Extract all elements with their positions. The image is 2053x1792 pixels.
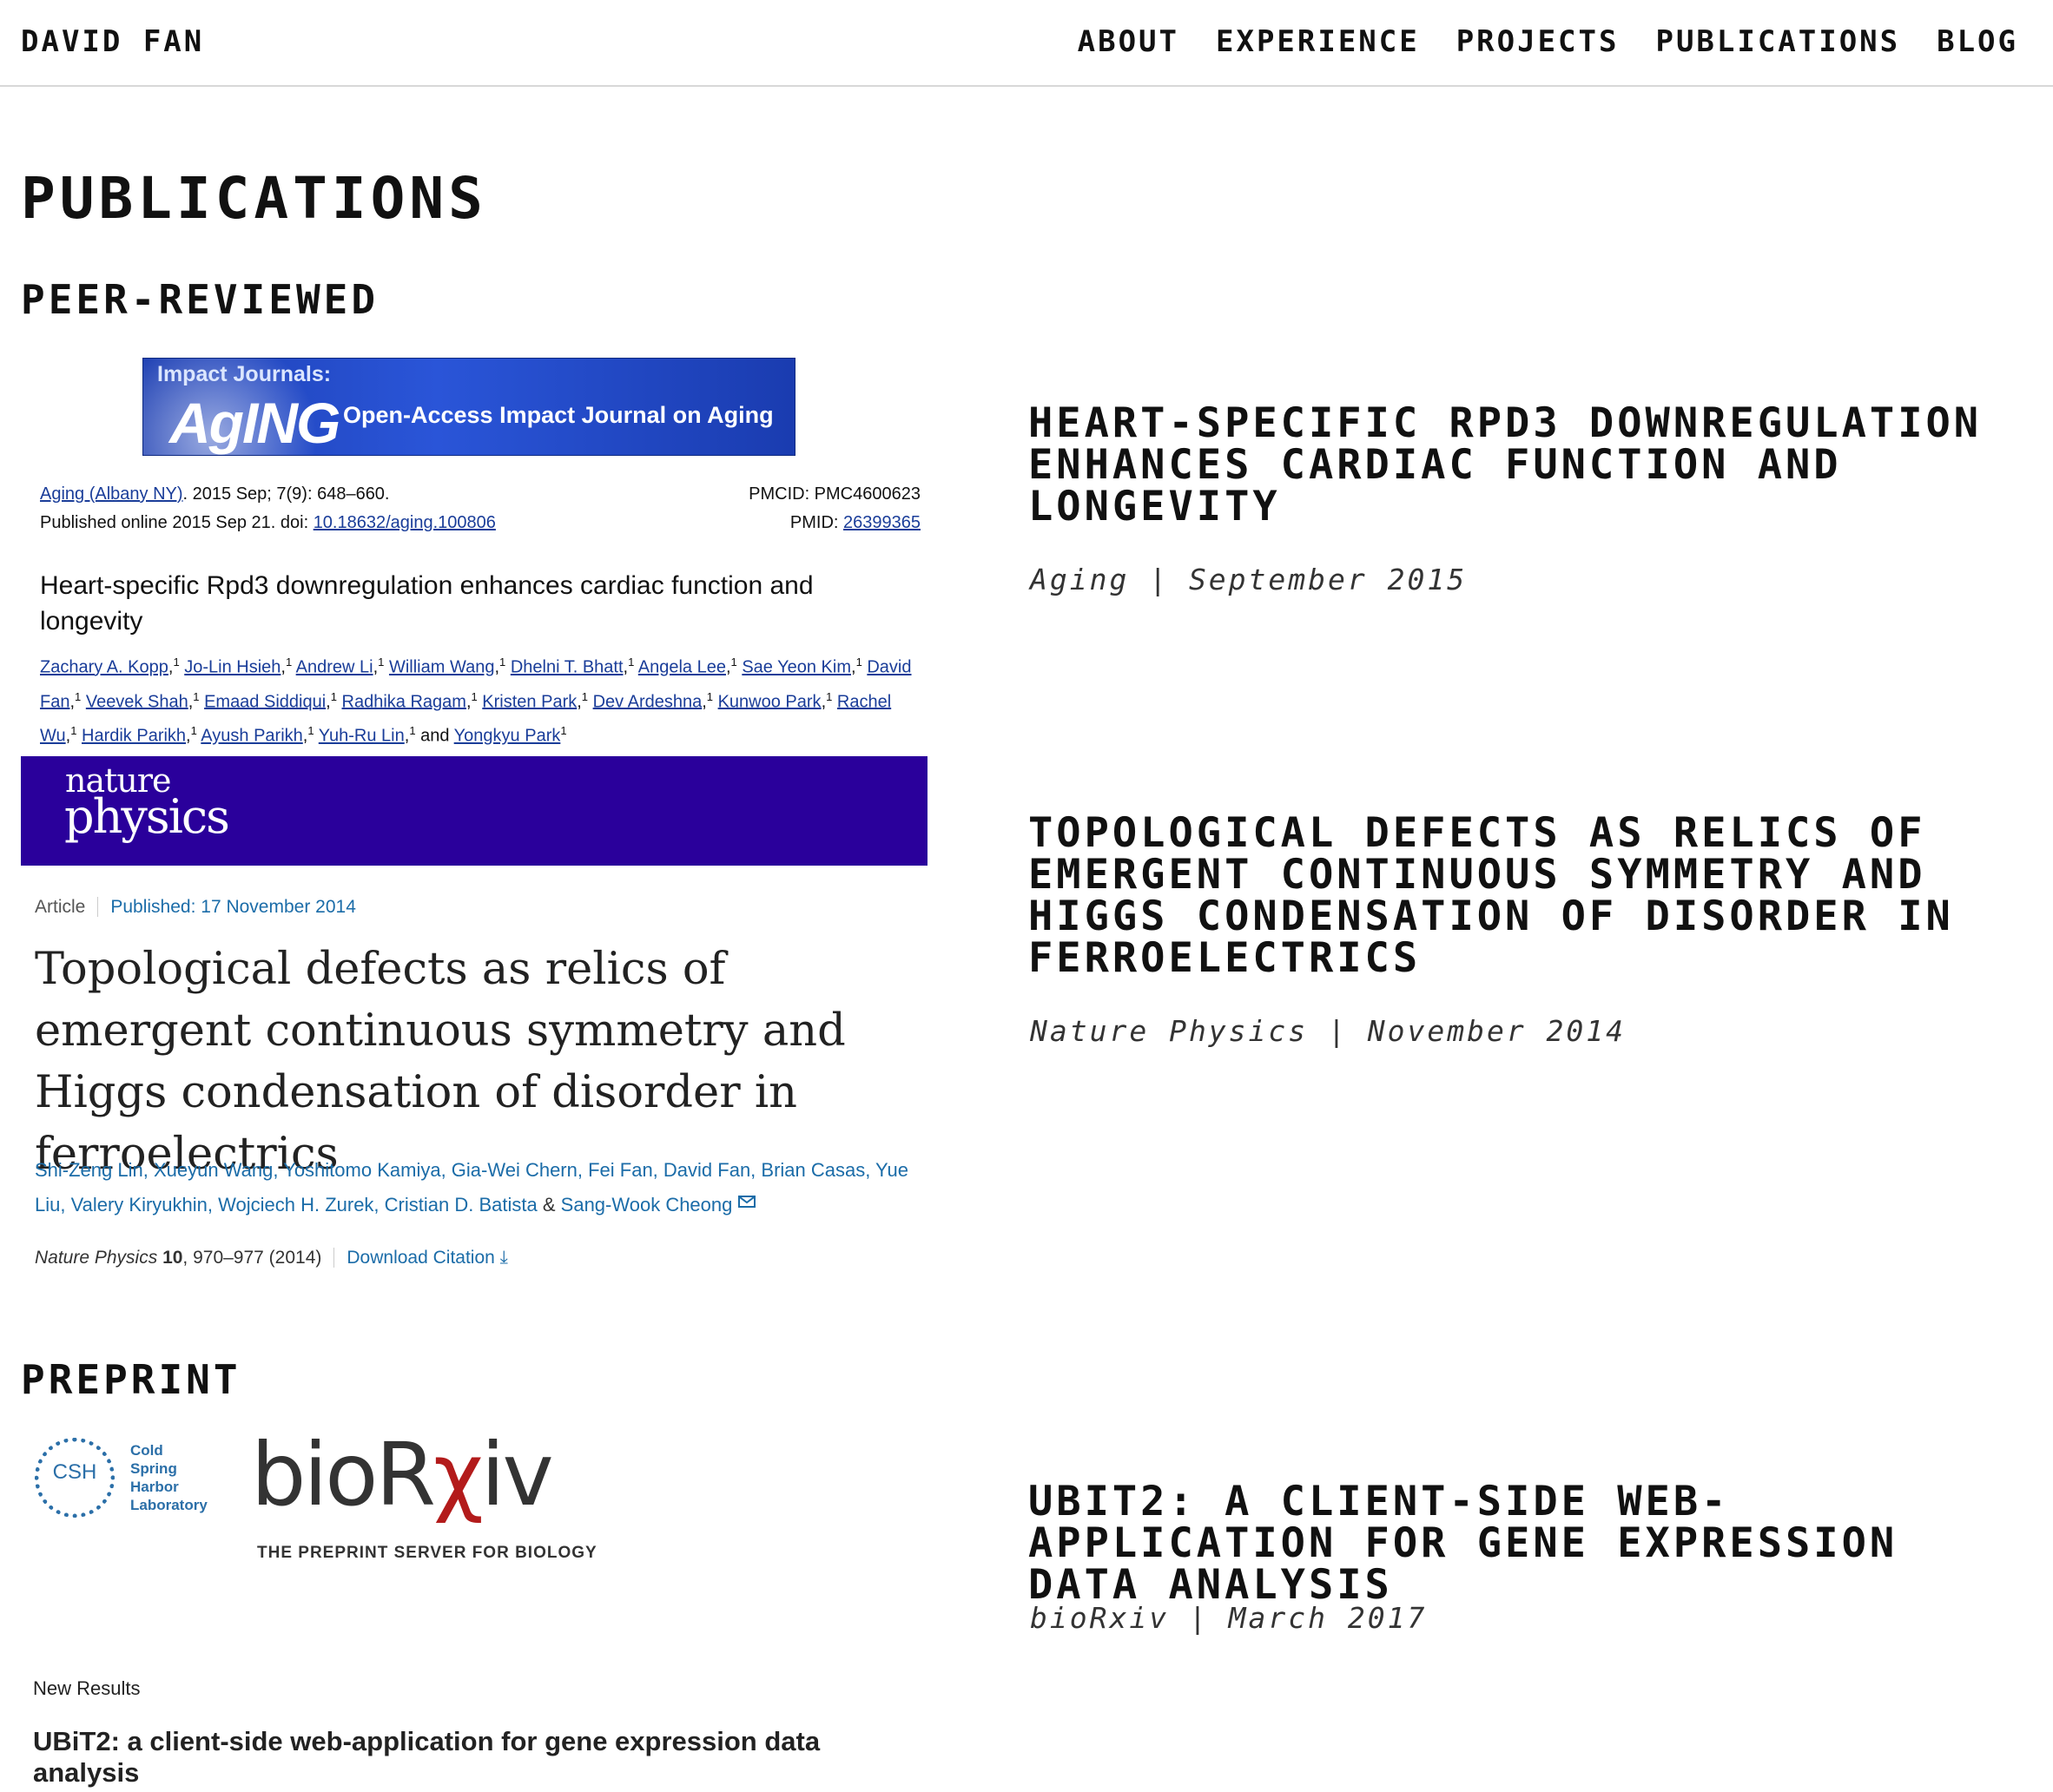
aging-thumbnail[interactable]: Impact Journals: AgING Open-Access Impac… (21, 344, 927, 752)
np-article-meta: Article Published: 17 November 2014 (35, 897, 356, 917)
biorxiv-article-title: UBiT2: a client-side web-application for… (33, 1726, 821, 1788)
csh-lab-name: Cold Spring Harbor Laboratory (130, 1442, 208, 1513)
page-title: PUBLICATIONS (21, 165, 487, 232)
author-affiliation: 1 (378, 656, 385, 669)
biorxiv-logo: bioRχiv (251, 1424, 554, 1525)
author-affiliation: 1 (285, 656, 293, 669)
aging-banner-top: Impact Journals: (157, 362, 332, 386)
csh-logo-text: CSH (52, 1460, 97, 1484)
nav-publications[interactable]: PUBLICATIONS (1655, 24, 1900, 59)
np-author-list: Shi-Zeng Lin, Xueyun Wang, Yoshitomo Kam… (35, 1159, 908, 1216)
biorxiv-thumbnail[interactable]: CSH Cold Spring Harbor Laboratory bioRχi… (21, 1424, 927, 1792)
publication-title[interactable]: UBIT2: A CLIENT-SIDE WEB-APPLICATION FOR… (1028, 1481, 2036, 1606)
publication-title[interactable]: HEART-SPECIFIC RPD3 DOWNREGULATION ENHAN… (1028, 403, 2036, 528)
author-affiliation: 1 (409, 724, 416, 738)
section-peer-reviewed: PEER-REVIEWED (21, 276, 380, 323)
author-affiliation: 1 (855, 656, 862, 669)
site-brand[interactable]: DAVID FAN (21, 24, 204, 59)
author-affiliation: 1 (628, 656, 635, 669)
nav-about[interactable]: ABOUT (1078, 24, 1179, 59)
author-affiliation: 1 (75, 689, 82, 703)
author-link[interactable]: Jo-Lin Hsieh (184, 658, 281, 677)
main-nav: ABOUT EXPERIENCE PROJECTS PUBLICATIONS B… (1078, 24, 2018, 59)
author-affiliation: 1 (330, 689, 337, 703)
author-link[interactable]: William Wang (389, 658, 495, 677)
author-link[interactable]: Sae Yeon Kim (742, 658, 851, 677)
mail-icon[interactable] (737, 1196, 756, 1208)
aging-banner-tagline: Open-Access Impact Journal on Aging (343, 402, 774, 428)
publication-meta: Aging | September 2015 (1030, 563, 1468, 596)
author-link[interactable]: Andrew Li (296, 658, 373, 677)
aging-author-list: Zachary A. Kopp,1 Jo-Lin Hsieh,1 Andrew … (40, 656, 912, 746)
nav-blog[interactable]: BLOG (1937, 24, 2018, 59)
author-affiliation: 1 (499, 656, 506, 669)
author-link[interactable]: Dhelni T. Bhatt (511, 658, 624, 677)
np-article-title: Topological defects as relics of emergen… (35, 944, 846, 1180)
author-link[interactable]: Kristen Park (482, 692, 577, 711)
nature-physics-thumbnail[interactable]: nature physics Article Published: 17 Nove… (21, 756, 927, 1295)
author-link[interactable]: Yongkyu Park (454, 727, 561, 746)
author-link[interactable]: Kunwoo Park (718, 692, 822, 711)
publication-meta: bioRxiv | March 2017 (1030, 1601, 1428, 1635)
author-link[interactable]: Angela Lee (638, 658, 726, 677)
aging-logo: AgING (169, 391, 340, 455)
author-link[interactable]: Zachary A. Kopp (40, 658, 168, 677)
aging-article-title: Heart-specific Rpd3 downregulation enhan… (40, 571, 814, 636)
author-link[interactable]: Emaad Siddiqui (204, 692, 326, 711)
publication-meta: Nature Physics | November 2014 (1030, 1014, 1627, 1048)
author-affiliation: 1 (193, 689, 200, 703)
author-affiliation: 1 (581, 689, 589, 703)
author-link[interactable]: Dev Ardeshna (593, 692, 703, 711)
author-affiliation: 1 (471, 689, 478, 703)
biorxiv-tagline: THE PREPRINT SERVER FOR BIOLOGY (257, 1544, 597, 1562)
author-affiliation: 1 (560, 724, 567, 738)
aging-doi-link[interactable]: 10.18632/aging.100806 (314, 513, 496, 532)
np-citation: Nature Physics 10, 970–977 (2014) Downloa… (35, 1248, 508, 1268)
author-link[interactable]: Radhika Ragam (342, 692, 466, 711)
author-affiliation: 1 (173, 656, 180, 669)
aging-journal-banner: Impact Journals: AgING Open-Access Impac… (142, 358, 795, 456)
nature-physics-banner: nature physics (21, 756, 927, 866)
download-citation-link[interactable]: Download Citation (347, 1248, 494, 1268)
site-header: DAVID FAN ABOUT EXPERIENCE PROJECTS PUBL… (0, 0, 2053, 87)
author-affiliation: 1 (70, 724, 77, 738)
biorxiv-new-results: New Results (33, 1677, 141, 1699)
aging-pmid-link[interactable]: 26399365 (843, 513, 921, 532)
section-preprint: PREPRINT (21, 1356, 241, 1403)
author-affiliation: 1 (826, 689, 833, 703)
author-link[interactable]: Hardik Parikh (82, 727, 186, 746)
aging-citation: Aging (Albany NY). 2015 Sep; 7(9): 648–6… (40, 484, 390, 504)
author-affiliation: 1 (706, 689, 714, 703)
author-affiliation: 1 (307, 724, 314, 738)
author-affiliation: 1 (730, 656, 737, 669)
download-icon: ⤓ (494, 1248, 508, 1268)
nav-projects[interactable]: PROJECTS (1456, 24, 1620, 59)
author-affiliation: 1 (190, 724, 197, 738)
author-link[interactable]: Veevek Shah (86, 692, 188, 711)
nav-experience[interactable]: EXPERIENCE (1216, 24, 1420, 59)
aging-published: Published online 2015 Sep 21. doi: 10.18… (40, 513, 496, 532)
aging-pmcid: PMCID: PMC4600623 (749, 484, 921, 504)
aging-journal-link[interactable]: Aging (Albany NY) (40, 484, 183, 504)
author-link[interactable]: Ayush Parikh (201, 727, 302, 746)
author-link[interactable]: Yuh-Ru Lin (319, 727, 405, 746)
publication-title[interactable]: TOPOLOGICAL DEFECTS AS RELICS OF EMERGEN… (1028, 813, 2036, 979)
nature-logo-bottom: physics (64, 789, 230, 844)
aging-pmid: PMID: 26399365 (789, 513, 921, 532)
